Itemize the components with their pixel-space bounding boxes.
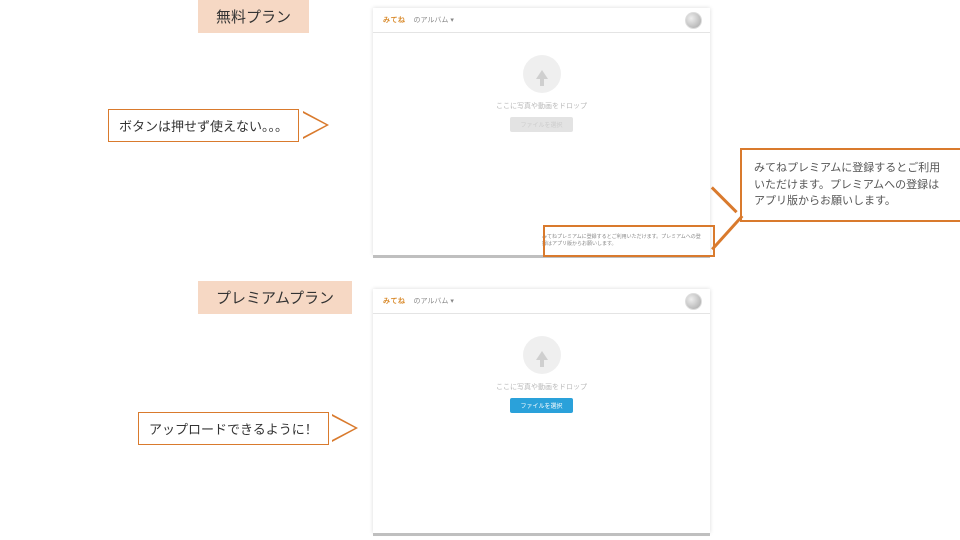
- connector-line-bottom: [711, 215, 743, 250]
- avatar[interactable]: [685, 293, 702, 310]
- upload-button[interactable]: ファイルを選択: [510, 398, 572, 413]
- drop-text: ここに写真や動画をドロップ: [496, 101, 587, 111]
- panel-header: みてね のアルバム ▾: [373, 289, 710, 314]
- free-annotation: ボタンは押せず使えない。。。: [108, 109, 299, 142]
- arrow-up-icon: [536, 351, 548, 360]
- avatar[interactable]: [685, 12, 702, 29]
- upload-icon: [523, 336, 561, 374]
- panel-header: みてね のアルバム ▾: [373, 8, 710, 33]
- upload-icon: [523, 55, 561, 93]
- upload-button-disabled: ファイルを選択: [510, 117, 572, 132]
- dropzone: ここに写真や動画をドロップ ファイルを選択: [373, 33, 710, 142]
- free-plan-panel: みてね のアルバム ▾ ここに写真や動画をドロップ ファイルを選択 みてねプレミ…: [373, 8, 710, 255]
- connector-line-top: [711, 186, 738, 213]
- dropzone[interactable]: ここに写真や動画をドロップ ファイルを選択: [373, 314, 710, 423]
- premium-annotation-arrow: [332, 414, 358, 442]
- drop-text: ここに写真や動画をドロップ: [496, 382, 587, 392]
- breadcrumb[interactable]: のアルバム ▾: [414, 296, 454, 306]
- premium-annotation: アップロードできるように！: [138, 412, 329, 445]
- premium-plan-panel: みてね のアルバム ▾ ここに写真や動画をドロップ ファイルを選択: [373, 289, 710, 533]
- breadcrumb[interactable]: のアルバム ▾: [414, 15, 454, 25]
- free-annotation-arrow: [303, 111, 329, 139]
- app-logo: みてね: [383, 296, 406, 306]
- premium-plan-tag: プレミアムプラン: [198, 281, 352, 314]
- arrow-up-icon: [536, 70, 548, 79]
- app-logo: みてね: [383, 15, 406, 25]
- free-plan-tag: 無料プラン: [198, 0, 309, 33]
- big-note: みてねプレミアムに登録するとご利用いただけます。プレミアムへの登録はアプリ版から…: [740, 148, 960, 222]
- banner-highlight: [543, 225, 715, 257]
